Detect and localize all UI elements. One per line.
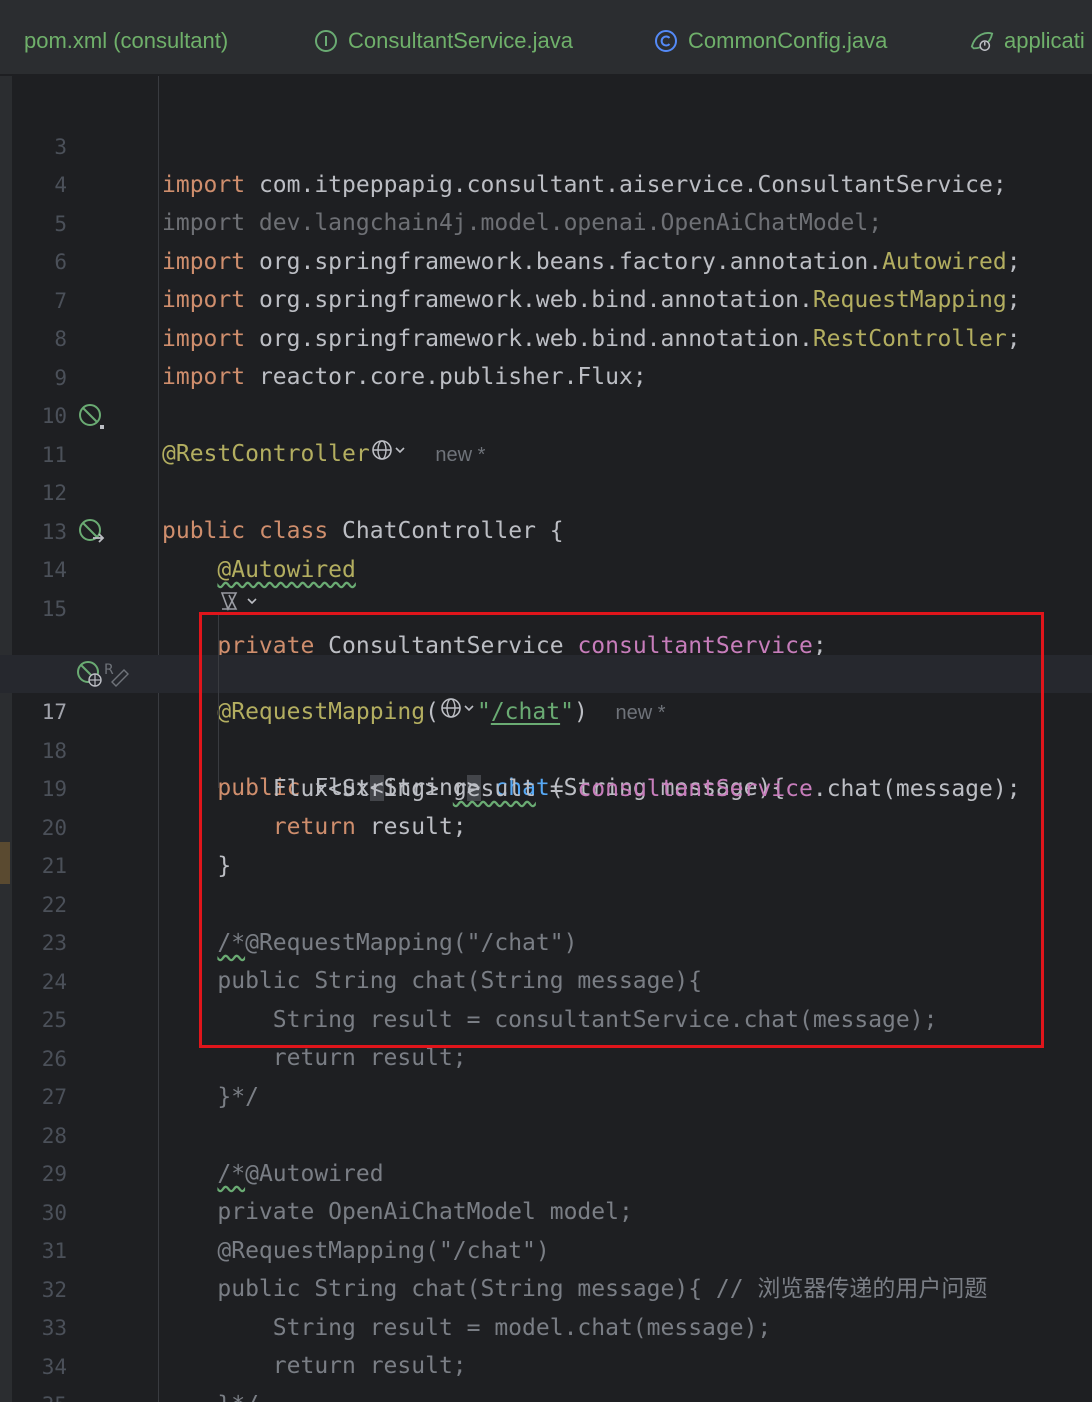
svg-text:R: R <box>104 662 114 678</box>
code-line: 11 public class ChatController { <box>0 398 1092 544</box>
interface-icon <box>314 29 338 53</box>
code-line: 32 String result = model.chat(message); <box>0 1233 1092 1341</box>
code-line: 35 } <box>0 1348 1092 1402</box>
code-line: 8 import reactor.core.publisher.Flux; <box>0 282 1092 390</box>
code-line: 7 import org.springframework.web.bind.an… <box>0 244 1092 352</box>
line-number: 35 <box>12 1386 67 1402</box>
tab-label: ConsultantService.java <box>348 28 574 53</box>
tab-label: applicati <box>1004 28 1085 53</box>
endpoint-icon[interactable]: R <box>76 660 132 688</box>
code-line: 30 @RequestMapping("/chat") <box>0 1156 1092 1264</box>
code-line: 3 import com.itpeppapig.consultant.aiser… <box>0 90 1092 198</box>
code-line: 4 import dev.langchain4j.model.openai.Op… <box>0 128 1092 236</box>
code-line: 9 <box>0 321 1092 390</box>
highlight-box <box>199 612 1044 1048</box>
code-line: 34 }*/ <box>0 1310 1092 1402</box>
tab-pom-xml[interactable]: pom.xml (consultant) <box>24 22 228 60</box>
code-line: 13 @Autowired <box>0 475 1092 583</box>
bean-no-icon[interactable] <box>78 403 106 431</box>
tab-label: CommonConfig.java <box>688 28 888 53</box>
code-line: 10 @RestController new * <box>0 359 1092 467</box>
tab-application[interactable]: applicati <box>970 22 1085 60</box>
code-line: 5 import org.springframework.beans.facto… <box>0 167 1092 275</box>
comment-text: }*/ <box>217 1392 259 1402</box>
code-line: 12 <box>0 436 1092 505</box>
tab-label: pom.xml (consultant) <box>24 28 229 53</box>
editor-tab-bar: pom.xml (consultant) ConsultantService.j… <box>0 0 1092 76</box>
code-line: 29 private OpenAiChatModel model; <box>0 1117 1092 1225</box>
code-line: 31 public String chat(String message){ /… <box>0 1194 1092 1302</box>
code-line: 14 private ConsultantService consultantS… <box>0 513 1092 659</box>
code-line: 28 /*@Autowired <box>0 1079 1092 1187</box>
code-line: 6 import org.springframework.web.bind.an… <box>0 205 1092 313</box>
spring-boot-icon <box>970 29 994 53</box>
code-editor[interactable]: 3 import com.itpeppapig.consultant.aiser… <box>0 76 1092 1402</box>
bean-navigate-icon[interactable] <box>78 518 106 546</box>
tab-consultant-service[interactable]: ConsultantService.java <box>314 22 573 60</box>
tab-common-config[interactable]: CommonConfig.java <box>654 22 887 60</box>
code-line: 15 <box>0 552 1092 621</box>
code-line: 33 return result; <box>0 1271 1092 1379</box>
class-icon <box>654 29 678 53</box>
